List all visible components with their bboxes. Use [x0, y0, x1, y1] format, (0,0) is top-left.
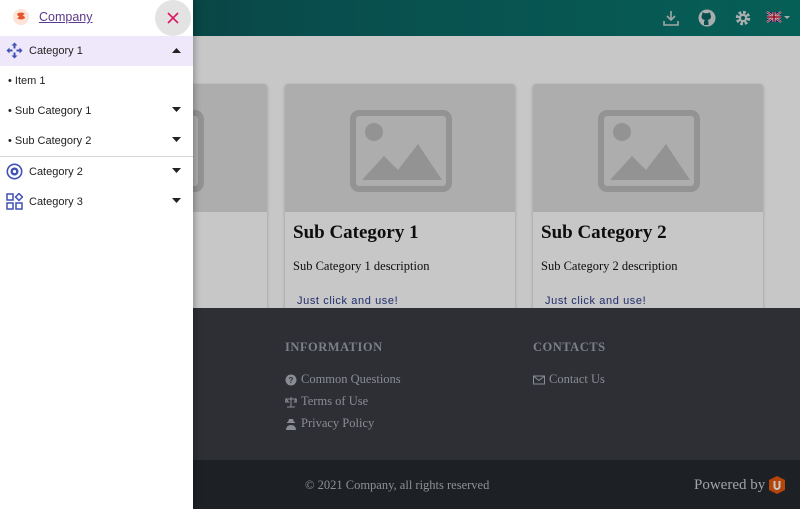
svg-text:?: ? — [289, 376, 294, 385]
footer-heading-contacts: CONTACTS — [533, 340, 606, 354]
github-icon[interactable] — [697, 8, 717, 28]
widgets-icon — [6, 193, 23, 210]
company-logo-icon — [12, 8, 30, 26]
chevron-down-icon — [172, 107, 181, 113]
chevron-up-icon — [172, 47, 181, 53]
company-link[interactable]: Company — [39, 10, 93, 24]
menu-item-category-3[interactable]: Category 3 — [0, 187, 193, 217]
footer-link-contact-us[interactable]: Contact Us — [533, 372, 605, 387]
drawer-header: Company — [0, 0, 193, 36]
close-drawer-button[interactable] — [155, 0, 191, 36]
card-description: Sub Category 2 description — [541, 259, 678, 273]
copyright-text: © 2021 Company, all rights reserved — [305, 478, 490, 492]
powered-by-label: Powered by — [694, 476, 766, 493]
chevron-down-icon — [172, 198, 181, 204]
powered-by[interactable]: Powered by — [694, 476, 786, 494]
card-image — [533, 84, 763, 212]
menu-item-label: • Item 1 — [8, 75, 46, 87]
menu-item-item-1[interactable]: • Item 1 — [0, 66, 193, 96]
footer-link-label: Common Questions — [301, 372, 401, 386]
menu-item-label: • Sub Category 1 — [8, 105, 92, 117]
chevron-down-icon — [172, 168, 181, 174]
footer-link-common-questions[interactable]: ? Common Questions — [285, 372, 401, 387]
download-icon[interactable] — [661, 8, 681, 28]
question-circle-icon: ? — [285, 374, 297, 385]
scale-icon — [285, 396, 297, 407]
card-item[interactable]: Sub Category 1 Sub Category 1 descriptio… — [285, 84, 515, 320]
envelope-icon — [533, 375, 545, 384]
card-action-link[interactable]: Just click and use! — [297, 295, 398, 307]
card-item[interactable]: Sub Category 2 Sub Category 2 descriptio… — [533, 84, 763, 320]
footer-link-label: Terms of Use — [301, 394, 369, 408]
card-title: Sub Category 2 — [541, 222, 667, 243]
language-flag-icon[interactable] — [766, 8, 792, 28]
menu-item-label: • Sub Category 2 — [8, 135, 92, 147]
image-placeholder-icon — [350, 110, 452, 192]
menu-item-category-1[interactable]: Category 1 — [0, 36, 193, 66]
navigation-drawer: Company Category 1 • Item 1 • Sub Catego… — [0, 0, 193, 509]
image-placeholder-icon — [598, 110, 700, 192]
footer-link-label: Contact Us — [549, 372, 605, 386]
card-title: Sub Category 1 — [293, 222, 419, 243]
chevron-down-icon — [172, 137, 181, 143]
menu-item-category-2[interactable]: Category 2 — [0, 157, 193, 187]
brand-logo-icon — [769, 476, 786, 494]
user-secret-icon — [286, 418, 296, 430]
menu-item-label: Category 3 — [29, 196, 83, 208]
menu-item-label: Category 1 — [29, 45, 83, 57]
footer-link-privacy-policy[interactable]: Privacy Policy — [285, 416, 374, 431]
card-image — [285, 84, 515, 212]
footer-link-label: Privacy Policy — [301, 416, 375, 430]
menu-item-label: Category 2 — [29, 166, 83, 178]
footer-heading-information: INFORMATION — [285, 340, 383, 354]
footer-link-terms-of-use[interactable]: Terms of Use — [285, 394, 368, 409]
card-description: Sub Category 1 description — [293, 259, 430, 273]
arrows-move-icon — [6, 42, 23, 59]
menu-item-sub-category-2[interactable]: • Sub Category 2 — [0, 126, 193, 156]
close-icon — [167, 12, 179, 24]
target-icon — [6, 163, 23, 180]
menu-item-sub-category-1[interactable]: • Sub Category 1 — [0, 96, 193, 126]
gear-icon[interactable] — [733, 8, 753, 28]
card-action-link[interactable]: Just click and use! — [545, 295, 646, 307]
